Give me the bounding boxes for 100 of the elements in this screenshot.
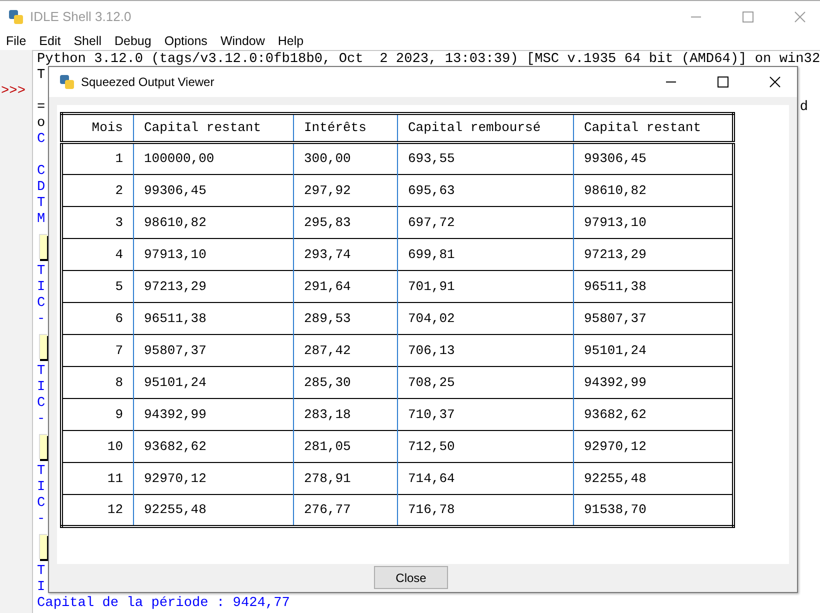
table-cell: 697,72	[398, 206, 574, 238]
table-cell: 92970,12	[574, 430, 734, 462]
table-cell: 6	[62, 302, 134, 334]
table-cell: 95101,24	[574, 334, 734, 366]
table-cell: 97213,29	[574, 238, 734, 270]
output-line: T	[37, 464, 46, 480]
maximize-icon[interactable]	[717, 76, 729, 88]
table-cell: 291,64	[294, 270, 398, 302]
output-line: C	[37, 296, 46, 312]
output-line: T	[37, 196, 46, 212]
column-header: Capital remboursé	[398, 114, 574, 142]
python-icon	[59, 74, 75, 90]
table-cell: 695,63	[398, 174, 574, 206]
output-line: C	[37, 132, 46, 148]
table-cell: 92255,48	[134, 494, 294, 526]
output-line: =	[37, 100, 46, 116]
dialog-title: Squeezed Output Viewer	[81, 74, 214, 91]
close-button[interactable]: Close	[374, 566, 448, 589]
output-line: I	[37, 580, 46, 596]
menu-item[interactable]: Debug	[114, 32, 152, 50]
output-line: T	[37, 68, 46, 84]
menu-item[interactable]: Options	[164, 32, 208, 50]
table-cell: 701,91	[398, 270, 574, 302]
table-cell: 287,42	[294, 334, 398, 366]
output-line: -	[37, 412, 46, 428]
column-header: Capital restant	[134, 114, 294, 142]
python-icon	[8, 8, 24, 24]
table-cell: 289,53	[294, 302, 398, 334]
table-cell: 93682,62	[134, 430, 294, 462]
table-cell: 712,50	[398, 430, 574, 462]
table-cell: 91538,70	[574, 494, 734, 526]
output-line: T	[37, 564, 46, 580]
table-cell: 95807,37	[574, 302, 734, 334]
table-cell: 300,00	[294, 142, 398, 174]
shell-prompt: >>>	[0, 84, 26, 100]
close-icon[interactable]	[769, 76, 781, 88]
table-cell: 96511,38	[574, 270, 734, 302]
table-cell: 97213,29	[134, 270, 294, 302]
table-cell: 94392,99	[574, 366, 734, 398]
table-cell: 92255,48	[574, 462, 734, 494]
table-cell: 5	[62, 270, 134, 302]
table-cell: 293,74	[294, 238, 398, 270]
output-line: C	[37, 396, 46, 412]
table-cell: 95807,37	[134, 334, 294, 366]
table-cell: 285,30	[294, 366, 398, 398]
menu-item[interactable]: File	[6, 32, 26, 50]
output-line: I	[37, 480, 46, 496]
table-cell: 706,13	[398, 334, 574, 366]
table-cell: 278,91	[294, 462, 398, 494]
table-cell: 97913,10	[574, 206, 734, 238]
menu-item[interactable]: Shell	[74, 32, 102, 50]
column-header: Intérêts	[294, 114, 398, 142]
output-line: -	[37, 512, 46, 528]
table-cell: 283,18	[294, 398, 398, 430]
menu-item[interactable]: Window	[220, 32, 265, 50]
table-cell: 98610,82	[574, 174, 734, 206]
table-cell: 97913,10	[134, 238, 294, 270]
window-title: IDLE Shell 3.12.0	[30, 8, 132, 26]
output-line: M	[37, 212, 46, 228]
menu-item[interactable]: Help	[278, 32, 304, 50]
table-cell: 12	[62, 494, 134, 526]
table-cell: 99306,45	[574, 142, 734, 174]
table-cell: 276,77	[294, 494, 398, 526]
table-cell: 710,37	[398, 398, 574, 430]
output-line: o	[37, 116, 46, 132]
table-cell: 281,05	[294, 430, 398, 462]
column-header: Capital restant	[574, 114, 734, 142]
table-cell: 297,92	[294, 174, 398, 206]
table-cell: 94392,99	[134, 398, 294, 430]
table-cell: 704,02	[398, 302, 574, 334]
table-cell: 2	[62, 174, 134, 206]
output-line: I	[37, 280, 46, 296]
table-cell: 10	[62, 430, 134, 462]
output-line: C	[37, 164, 46, 180]
table-cell: 11	[62, 462, 134, 494]
output-line: T	[37, 364, 46, 380]
table-cell: 708,25	[398, 366, 574, 398]
table-cell: 699,81	[398, 238, 574, 270]
table-cell: 7	[62, 334, 134, 366]
table-cell: 1	[62, 142, 134, 174]
table-cell: 93682,62	[574, 398, 734, 430]
table-cell: 95101,24	[134, 366, 294, 398]
table-cell: 99306,45	[134, 174, 294, 206]
table-cell: 9	[62, 398, 134, 430]
output-line: -	[37, 312, 46, 328]
output-line: Python 3.12.0 (tags/v3.12.0:0fb18b0, Oct 2 2023, 13:03:39) [MSC v.1935 64 bit (AMD64)] on win32	[37, 52, 820, 68]
table-cell: 98610,82	[134, 206, 294, 238]
table-cell: 4	[62, 238, 134, 270]
table-cell: 96511,38	[134, 302, 294, 334]
table-cell: 714,64	[398, 462, 574, 494]
table-cell: 3	[62, 206, 134, 238]
output-line: C	[37, 496, 46, 512]
column-header: Mois	[62, 114, 134, 142]
output-line: D	[37, 180, 46, 196]
output-line: d	[800, 100, 808, 116]
table-cell: 693,55	[398, 142, 574, 174]
table-cell: 295,83	[294, 206, 398, 238]
table-cell: 100000,00	[134, 142, 294, 174]
menu-item[interactable]: Edit	[39, 32, 61, 50]
output-line: I	[37, 380, 46, 396]
